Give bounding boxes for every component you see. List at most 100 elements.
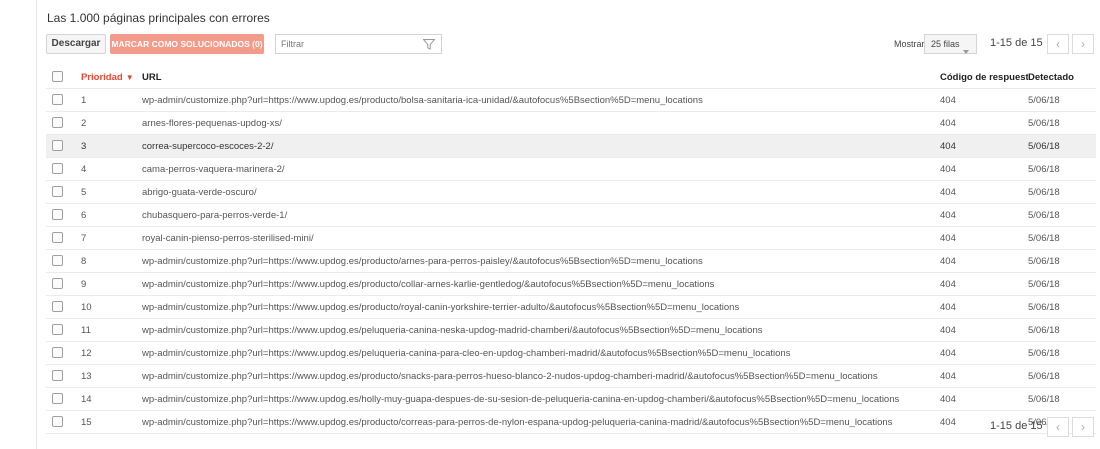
- table-row[interactable]: 4 cama-perros-vaquera-marinera-2/404 5/06/…: [46, 157, 1096, 181]
- left-border: [36, 0, 37, 449]
- row-checkbox[interactable]: [52, 370, 63, 382]
- row-detected-date: 5/06/18: [1028, 341, 1096, 365]
- row-checkbox[interactable]: [52, 232, 63, 244]
- table-row[interactable]: 5 abrigo-guata-verde-oscuro/404 5/06/18: [46, 180, 1096, 204]
- row-detected-date: 5/06/18: [1028, 249, 1096, 273]
- footer-prev-page-button[interactable]: ‹: [1047, 417, 1069, 437]
- row-detected-date: 5/06/18: [1028, 272, 1096, 296]
- table-row[interactable]: 13 wp-admin/customize.php?url=https://www…: [46, 364, 1096, 388]
- row-response-code: 404: [940, 180, 1028, 204]
- row-checkbox[interactable]: [52, 117, 63, 129]
- row-url-link[interactable]: royal-canin-pienso-perros-sterilised-min…: [142, 226, 940, 250]
- row-url-link[interactable]: wp-admin/customize.php?url=https://www.u…: [142, 295, 940, 319]
- row-response-code: 404: [940, 157, 1028, 181]
- row-url-link[interactable]: wp-admin/customize.php?url=https://www.u…: [142, 364, 940, 388]
- chevron-right-icon: ›: [1081, 37, 1085, 51]
- row-response-code: 404: [940, 272, 1028, 296]
- row-url-link[interactable]: wp-admin/customize.php?url=https://www.u…: [142, 88, 940, 112]
- row-detected-date: 5/06/18: [1028, 180, 1096, 204]
- next-page-button[interactable]: ›: [1072, 34, 1094, 54]
- table-row[interactable]: 14 wp-admin/customize.php?url=https://www…: [46, 387, 1096, 411]
- column-header-response-code[interactable]: Código de respuesta: [940, 66, 1028, 89]
- table-row[interactable]: 11 wp-admin/customize.php?url=https://www…: [46, 318, 1096, 342]
- select-all-checkbox[interactable]: [52, 71, 63, 83]
- row-select-cell: [46, 387, 81, 411]
- caret-down-icon: [963, 42, 969, 60]
- row-select-cell: [46, 364, 81, 388]
- column-header-detected[interactable]: Detectado: [1028, 66, 1096, 89]
- row-checkbox[interactable]: [52, 255, 63, 267]
- row-priority: 13: [81, 364, 142, 388]
- table-row[interactable]: 7 royal-canin-pienso-perros-sterilised-mi…: [46, 226, 1096, 250]
- row-select-cell: [46, 318, 81, 342]
- row-checkbox[interactable]: [52, 347, 63, 359]
- download-button[interactable]: Descargar: [46, 34, 106, 54]
- row-url-link[interactable]: cama-perros-vaquera-marinera-2/: [142, 157, 940, 181]
- row-select-cell: [46, 295, 81, 319]
- row-checkbox[interactable]: [52, 393, 63, 405]
- table-row[interactable]: 8 wp-admin/customize.php?url=https://www.…: [46, 249, 1096, 273]
- table-row[interactable]: 1 wp-admin/customize.php?url=https://www.…: [46, 88, 1096, 112]
- footer-next-page-button[interactable]: ›: [1072, 417, 1094, 437]
- row-select-cell: [46, 272, 81, 296]
- table-row[interactable]: 12 wp-admin/customize.php?url=https://www…: [46, 341, 1096, 365]
- filter-box[interactable]: [275, 34, 442, 54]
- row-checkbox[interactable]: [52, 209, 63, 221]
- row-select-cell: [46, 134, 81, 158]
- row-detected-date: 5/06/18: [1028, 226, 1096, 250]
- row-priority: 5: [81, 180, 142, 204]
- pager-count: 1-15 de 15: [990, 37, 1043, 49]
- row-checkbox[interactable]: [52, 140, 63, 152]
- mark-as-fixed-button[interactable]: MARCAR COMO SOLUCIONADOS (0): [110, 34, 264, 54]
- row-url-link[interactable]: arnes-flores-pequenas-updog-xs/: [142, 111, 940, 135]
- chevron-right-icon: ›: [1081, 420, 1085, 434]
- row-select-cell: [46, 249, 81, 273]
- row-checkbox[interactable]: [52, 324, 63, 336]
- row-url-link[interactable]: wp-admin/customize.php?url=https://www.u…: [142, 249, 940, 273]
- table-row[interactable]: 2 arnes-flores-pequenas-updog-xs/404 5/06/…: [46, 111, 1096, 135]
- caret-down-icon: ▼: [125, 72, 134, 82]
- row-priority: 8: [81, 249, 142, 273]
- rows-select-value: 25 filas: [931, 39, 960, 49]
- row-checkbox[interactable]: [52, 163, 63, 175]
- errors-table: Prioridad ▼ URL Código de respuesta Detec…: [46, 66, 1096, 434]
- row-url-link[interactable]: correa-supercoco-escoces-2-2/: [142, 134, 940, 158]
- row-response-code: 404: [940, 203, 1028, 227]
- table-row[interactable]: 10 wp-admin/customize.php?url=https://www…: [46, 295, 1096, 319]
- row-detected-date: 5/06/18: [1028, 295, 1096, 319]
- row-response-code: 404: [940, 295, 1028, 319]
- prev-page-button[interactable]: ‹: [1047, 34, 1069, 54]
- row-checkbox[interactable]: [52, 278, 63, 290]
- column-header-url[interactable]: URL: [142, 66, 940, 89]
- row-url-link[interactable]: wp-admin/customize.php?url=https://www.u…: [142, 272, 940, 296]
- row-url-link[interactable]: wp-admin/customize.php?url=https://www.u…: [142, 387, 940, 411]
- funnel-icon[interactable]: [422, 38, 436, 56]
- row-response-code: 404: [940, 111, 1028, 135]
- table-row[interactable]: 6 chubasquero-para-perros-verde-1/404 5/06…: [46, 203, 1096, 227]
- row-url-link[interactable]: wp-admin/customize.php?url=https://www.u…: [142, 318, 940, 342]
- filter-input[interactable]: [281, 36, 411, 52]
- row-detected-date: 5/06/18: [1028, 157, 1096, 181]
- row-url-link[interactable]: abrigo-guata-verde-oscuro/: [142, 180, 940, 204]
- column-header-priority[interactable]: Prioridad ▼: [81, 66, 142, 89]
- table-row[interactable]: 9 wp-admin/customize.php?url=https://www.…: [46, 272, 1096, 296]
- row-response-code: 404: [940, 226, 1028, 250]
- row-select-cell: [46, 157, 81, 181]
- row-checkbox[interactable]: [52, 94, 63, 106]
- row-url-link[interactable]: chubasquero-para-perros-verde-1/: [142, 203, 940, 227]
- row-response-code: 404: [940, 318, 1028, 342]
- row-priority: 6: [81, 203, 142, 227]
- toolbar: Descargar MARCAR COMO SOLUCIONADOS (0) M…: [46, 34, 1096, 54]
- row-priority: 11: [81, 318, 142, 342]
- select-all-cell: [46, 66, 81, 89]
- row-select-cell: [46, 203, 81, 227]
- row-checkbox[interactable]: [52, 301, 63, 313]
- row-priority: 1: [81, 88, 142, 112]
- table-row[interactable]: 3 correa-supercoco-escoces-2-2/404 5/06/18: [46, 134, 1096, 158]
- rows-per-page-select[interactable]: 25 filas: [924, 34, 977, 54]
- row-checkbox[interactable]: [52, 186, 63, 198]
- row-url-link[interactable]: wp-admin/customize.php?url=https://www.u…: [142, 341, 940, 365]
- row-priority: 3: [81, 134, 142, 158]
- chevron-left-icon: ‹: [1056, 420, 1060, 434]
- row-priority: 10: [81, 295, 142, 319]
